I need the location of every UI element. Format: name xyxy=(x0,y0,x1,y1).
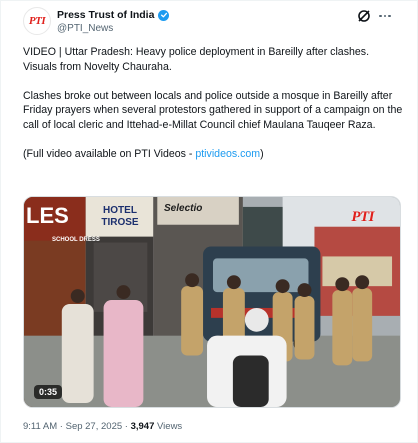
full-video-suffix: ) xyxy=(260,147,264,160)
author-handle[interactable]: @PTI_News xyxy=(57,23,113,34)
author-display-name[interactable]: Press Trust of India xyxy=(57,9,154,21)
shop-sign-school: SCHOOL DRESS xyxy=(52,237,100,243)
ptivideos-link[interactable]: ptivideos.com xyxy=(195,148,260,160)
video-duration-badge: 0:35 xyxy=(34,385,63,399)
post-card[interactable]: PTI Press Trust of India @PTI_News VIDEO… xyxy=(0,0,418,443)
avatar[interactable]: PTI xyxy=(23,7,51,35)
video-player[interactable]: LES HOTEL TIROSE SCHOOL DRESS Selectio P… xyxy=(23,196,401,408)
shop-sign-hotel: HOTEL TIROSE xyxy=(101,205,139,228)
post-text-paragraph-1: VIDEO | Uttar Pradesh: Heavy police depl… xyxy=(23,46,370,73)
shop-sign-right: Selectio xyxy=(164,203,203,214)
author-name-row: Press Trust of India xyxy=(57,8,170,22)
views-label: Views xyxy=(157,421,183,432)
post-date[interactable]: Sep 27, 2025 xyxy=(66,421,123,432)
grok-icon[interactable] xyxy=(357,9,371,23)
post-time[interactable]: 9:11 AM xyxy=(23,421,57,432)
views-count: 3,947 xyxy=(130,421,155,432)
post-text: VIDEO | Uttar Pradesh: Heavy police depl… xyxy=(23,45,403,176)
full-video-prefix: (Full video available on PTI Videos - xyxy=(23,147,196,160)
post-meta: 9:11 AM · Sep 27, 2025 · 3,947 Views xyxy=(23,421,182,432)
pti-watermark: PTI xyxy=(351,209,374,225)
post-header: PTI Press Trust of India @PTI_News xyxy=(23,7,393,37)
meta-separator: · xyxy=(59,421,63,432)
post-text-paragraph-2: Clashes broke out between locals and pol… xyxy=(23,89,403,131)
post-text-paragraph-3: (Full video available on PTI Videos - pt… xyxy=(23,147,403,162)
more-options-icon[interactable] xyxy=(377,9,393,23)
verified-badge-icon[interactable] xyxy=(158,9,170,21)
meta-separator-2: · xyxy=(124,421,128,432)
pti-logo: PTI xyxy=(28,15,46,27)
